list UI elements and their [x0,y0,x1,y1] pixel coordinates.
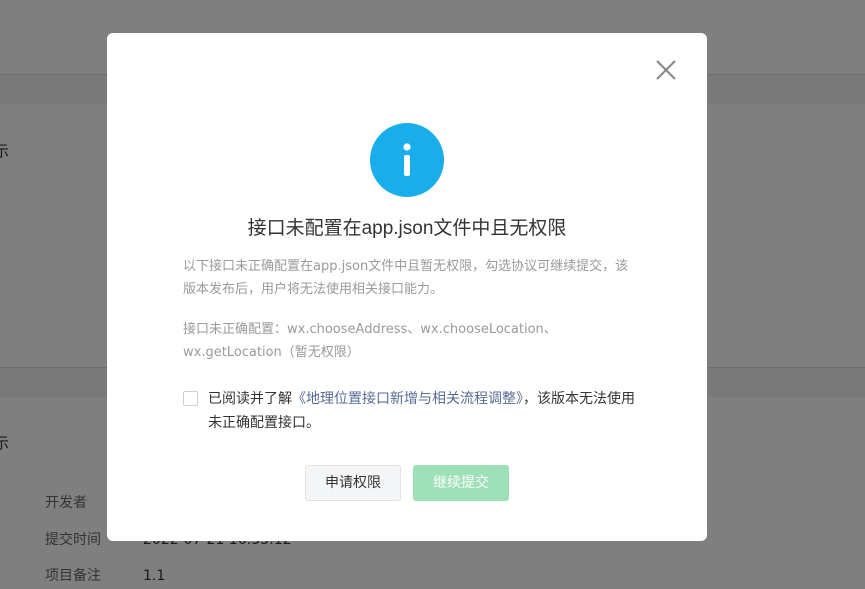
agreement-link[interactable]: 《地理位置接口新增与相关流程调整》 [292,391,523,407]
dialog-description: 以下接口未正确配置在app.json文件中且暂无权限，勾选协议可继续提交，该版本… [183,259,629,297]
agreement-checkbox[interactable] [183,391,198,406]
continue-submit-button[interactable]: 继续提交 [413,465,509,501]
unconfigured-api-list: 接口未正确配置：wx.chooseAddress、wx.chooseLocati… [183,322,557,360]
dialog-title: 接口未配置在app.json文件中且无权限 [247,218,567,239]
permission-dialog: 接口未配置在app.json文件中且无权限 以下接口未正确配置在app.json… [107,33,707,541]
agreement-prefix: 已阅读并了解 [208,391,292,407]
info-icon [370,123,444,197]
apply-permission-button[interactable]: 申请权限 [305,465,401,501]
close-icon[interactable] [651,55,681,85]
agreement-text: 已阅读并了解《地理位置接口新增与相关流程调整》，该版本无法使用未正确配置接口。 [183,387,643,435]
agreement-row: 已阅读并了解《地理位置接口新增与相关流程调整》，该版本无法使用未正确配置接口。 [183,387,643,435]
